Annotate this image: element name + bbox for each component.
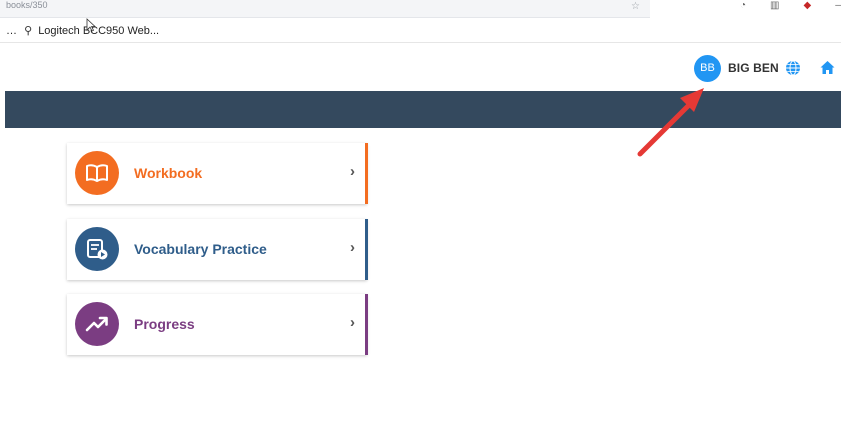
vocabulary-practice-label: Vocabulary Practice bbox=[134, 241, 267, 257]
bookmarks-overflow[interactable]: … bbox=[6, 25, 17, 37]
user-name[interactable]: BIG BEN bbox=[728, 61, 779, 75]
bookmarks-bar: … ⚲ Logitech BCC950 Web... bbox=[0, 19, 841, 43]
extension-icon[interactable]: ▥ bbox=[770, 0, 779, 14]
globe-icon[interactable] bbox=[785, 60, 801, 76]
annotation-arrow-icon bbox=[637, 88, 704, 157]
browser-toolbar-icons: ◔ ▥ ◆ — bbox=[740, 0, 841, 14]
card-accent-edge bbox=[365, 219, 368, 280]
mouse-cursor-icon bbox=[86, 18, 96, 32]
history-icon[interactable]: ◔ bbox=[740, 0, 746, 14]
workbook-card[interactable]: Workbook › bbox=[67, 143, 368, 204]
bookmark-label: Logitech BCC950 Web... bbox=[38, 25, 160, 37]
progress-card[interactable]: Progress › bbox=[67, 294, 368, 355]
card-accent-edge bbox=[365, 294, 368, 355]
webcam-icon: ⚲ bbox=[24, 25, 33, 37]
vocabulary-practice-card[interactable]: Vocabulary Practice › bbox=[67, 219, 368, 280]
book-icon bbox=[75, 151, 119, 195]
workbook-label: Workbook bbox=[134, 165, 203, 181]
bookmark-star-icon[interactable]: ☆ bbox=[631, 2, 640, 12]
chevron-right-icon: › bbox=[350, 239, 355, 256]
user-avatar[interactable]: BB bbox=[694, 55, 721, 82]
progress-label: Progress bbox=[134, 316, 195, 332]
address-text: books/350 bbox=[6, 0, 48, 10]
chevron-right-icon: › bbox=[350, 163, 355, 180]
chevron-right-icon: › bbox=[350, 314, 355, 331]
trending-up-icon bbox=[75, 302, 119, 346]
vocabulary-list-play-icon bbox=[75, 227, 119, 271]
extension-red-icon[interactable]: ◆ bbox=[804, 0, 812, 14]
browser-address-bar[interactable]: books/350 ☆ bbox=[0, 0, 650, 18]
menu-icon[interactable]: — bbox=[835, 0, 841, 14]
home-icon[interactable] bbox=[820, 60, 835, 75]
navigation-bar bbox=[5, 91, 841, 128]
card-accent-edge bbox=[365, 143, 368, 204]
